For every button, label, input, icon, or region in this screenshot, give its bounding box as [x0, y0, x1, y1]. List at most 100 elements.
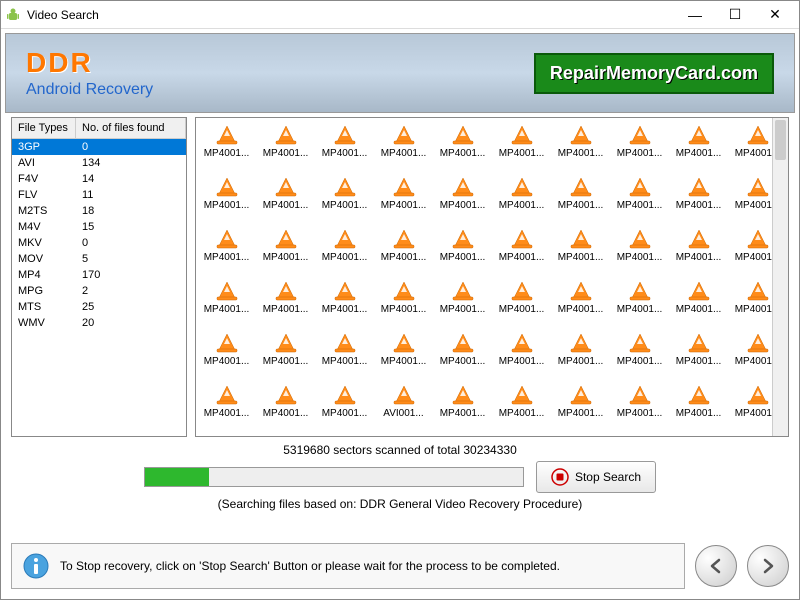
thumbnail-item[interactable]: MP4001... — [257, 330, 314, 380]
thumbnail-item[interactable]: MP4001... — [493, 226, 550, 276]
scrollbar-vertical[interactable] — [772, 118, 788, 436]
table-row[interactable]: 3GP0 — [12, 139, 186, 155]
brand-box: RepairMemoryCard.com — [534, 53, 774, 94]
thumbnail-item[interactable]: MP4001... — [375, 122, 432, 172]
thumbnail-item[interactable]: MP4001... — [493, 330, 550, 380]
vlc-cone-icon — [392, 228, 416, 250]
scroll-handle[interactable] — [775, 120, 786, 160]
vlc-cone-icon — [628, 124, 652, 146]
nav-forward-button[interactable] — [747, 545, 789, 587]
thumbnail-item[interactable]: MP4001... — [611, 122, 668, 172]
thumbnail-item[interactable]: MP4001... — [316, 122, 373, 172]
table-row[interactable]: F4V14 — [12, 171, 186, 187]
thumbnail-item[interactable]: MP4001... — [375, 278, 432, 328]
vlc-cone-icon — [333, 280, 357, 302]
stop-search-button[interactable]: Stop Search — [536, 461, 656, 493]
thumbnail-item[interactable]: MP4001... — [493, 382, 550, 432]
vlc-cone-icon — [628, 280, 652, 302]
thumbnail-label: MP4001... — [260, 148, 312, 159]
thumbnail-item[interactable]: MP4001... — [198, 330, 255, 380]
thumbnail-item[interactable]: MP4001... — [257, 122, 314, 172]
vlc-cone-icon — [510, 176, 534, 198]
thumbnail-item[interactable]: MP4001... — [493, 278, 550, 328]
thumbnail-item[interactable]: MP4001... — [434, 226, 491, 276]
thumbnail-item[interactable]: AVI001... — [375, 382, 432, 432]
thumbnail-item[interactable]: MP4001... — [434, 330, 491, 380]
thumbnail-item[interactable]: MP4001... — [670, 174, 727, 224]
info-text: To Stop recovery, click on 'Stop Search'… — [60, 559, 560, 573]
vlc-cone-icon — [274, 384, 298, 406]
cell-type: M4V — [12, 219, 76, 235]
vlc-cone-icon — [215, 332, 239, 354]
thumbnail-label: MP4001... — [378, 148, 430, 159]
thumbnail-item[interactable]: MP4001... — [375, 330, 432, 380]
thumbnail-item[interactable]: MP4001... — [198, 278, 255, 328]
vlc-cone-icon — [510, 280, 534, 302]
table-row[interactable]: M4V15 — [12, 219, 186, 235]
thumbnail-item[interactable]: MP4001... — [434, 122, 491, 172]
vlc-cone-icon — [215, 384, 239, 406]
thumbnail-item[interactable]: MP4001... — [198, 382, 255, 432]
vlc-cone-icon — [746, 228, 770, 250]
thumbnail-item[interactable]: MP4001... — [434, 382, 491, 432]
thumbnail-item[interactable]: MP4001... — [316, 226, 373, 276]
thumbnail-item[interactable]: MP4001... — [670, 122, 727, 172]
progress-note: (Searching files based on: DDR General V… — [218, 497, 583, 511]
thumbnail-item[interactable]: MP4001... — [552, 330, 609, 380]
nav-back-button[interactable] — [695, 545, 737, 587]
thumbnail-item[interactable]: MP4001... — [611, 330, 668, 380]
thumbnail-item[interactable]: MP4001... — [434, 174, 491, 224]
thumbnail-item[interactable]: MP4001... — [257, 226, 314, 276]
thumbnail-item[interactable]: MP4001... — [493, 122, 550, 172]
thumbnail-item[interactable]: MP4001... — [670, 226, 727, 276]
thumbnail-item[interactable]: MP4001... — [611, 278, 668, 328]
thumbnail-item[interactable]: MP4001... — [375, 174, 432, 224]
cell-count: 25 — [76, 299, 186, 315]
thumbnail-item[interactable]: MP4001... — [552, 382, 609, 432]
thumbnail-item[interactable]: MP4001... — [257, 174, 314, 224]
thumbnail-item[interactable]: MP4001... — [316, 382, 373, 432]
thumbnail-item[interactable]: MP4001... — [198, 122, 255, 172]
thumbnail-item[interactable]: MP4001... — [257, 278, 314, 328]
thumbnail-item[interactable]: MP4001... — [611, 382, 668, 432]
thumbnail-item[interactable]: MP4001... — [611, 174, 668, 224]
thumbnail-item[interactable]: MP4001... — [198, 226, 255, 276]
thumbnail-item[interactable]: MP4001... — [552, 174, 609, 224]
thumbnail-item[interactable]: MP4001... — [316, 278, 373, 328]
thumbnail-item[interactable]: MP4001... — [670, 382, 727, 432]
table-row[interactable]: MKV0 — [12, 235, 186, 251]
table-row[interactable]: M2TS18 — [12, 203, 186, 219]
table-row[interactable]: MPG2 — [12, 283, 186, 299]
thumbnail-item[interactable]: MP4001... — [493, 174, 550, 224]
maximize-button[interactable]: ☐ — [715, 2, 755, 28]
thumbnail-label: MP4001... — [260, 356, 312, 367]
table-row[interactable]: AVI134 — [12, 155, 186, 171]
thumbnail-label: MP4001... — [260, 304, 312, 315]
thumbnail-item[interactable]: MP4001... — [375, 226, 432, 276]
thumbnail-item[interactable]: MP4001... — [198, 174, 255, 224]
table-row[interactable]: WMV20 — [12, 315, 186, 331]
table-row[interactable]: MP4170 — [12, 267, 186, 283]
thumbnail-item[interactable]: MP4001... — [434, 278, 491, 328]
close-button[interactable]: ✕ — [755, 2, 795, 28]
thumbnail-item[interactable]: MP4001... — [670, 278, 727, 328]
thumbnail-item[interactable]: MP4001... — [316, 174, 373, 224]
table-row[interactable]: MTS25 — [12, 299, 186, 315]
minimize-button[interactable]: — — [675, 2, 715, 28]
titlebar: Video Search — ☐ ✕ — [1, 1, 799, 29]
thumbnail-item[interactable]: MP4001... — [611, 226, 668, 276]
thumbnail-label: MP4001... — [555, 200, 607, 211]
vlc-cone-icon — [628, 176, 652, 198]
thumbnail-item[interactable]: MP4001... — [316, 330, 373, 380]
table-row[interactable]: MOV5 — [12, 251, 186, 267]
thumbnail-item[interactable]: MP4001... — [552, 122, 609, 172]
thumbnail-item[interactable]: MP4001... — [552, 226, 609, 276]
cell-type: F4V — [12, 171, 76, 187]
progress-bar — [144, 467, 524, 487]
thumbnail-item[interactable]: MP4001... — [257, 382, 314, 432]
vlc-cone-icon — [569, 280, 593, 302]
thumbnail-item[interactable]: MP4001... — [552, 278, 609, 328]
thumbnail-item[interactable]: MP4001... — [670, 330, 727, 380]
table-row[interactable]: FLV11 — [12, 187, 186, 203]
thumbnail-label: MP4001... — [201, 304, 253, 315]
